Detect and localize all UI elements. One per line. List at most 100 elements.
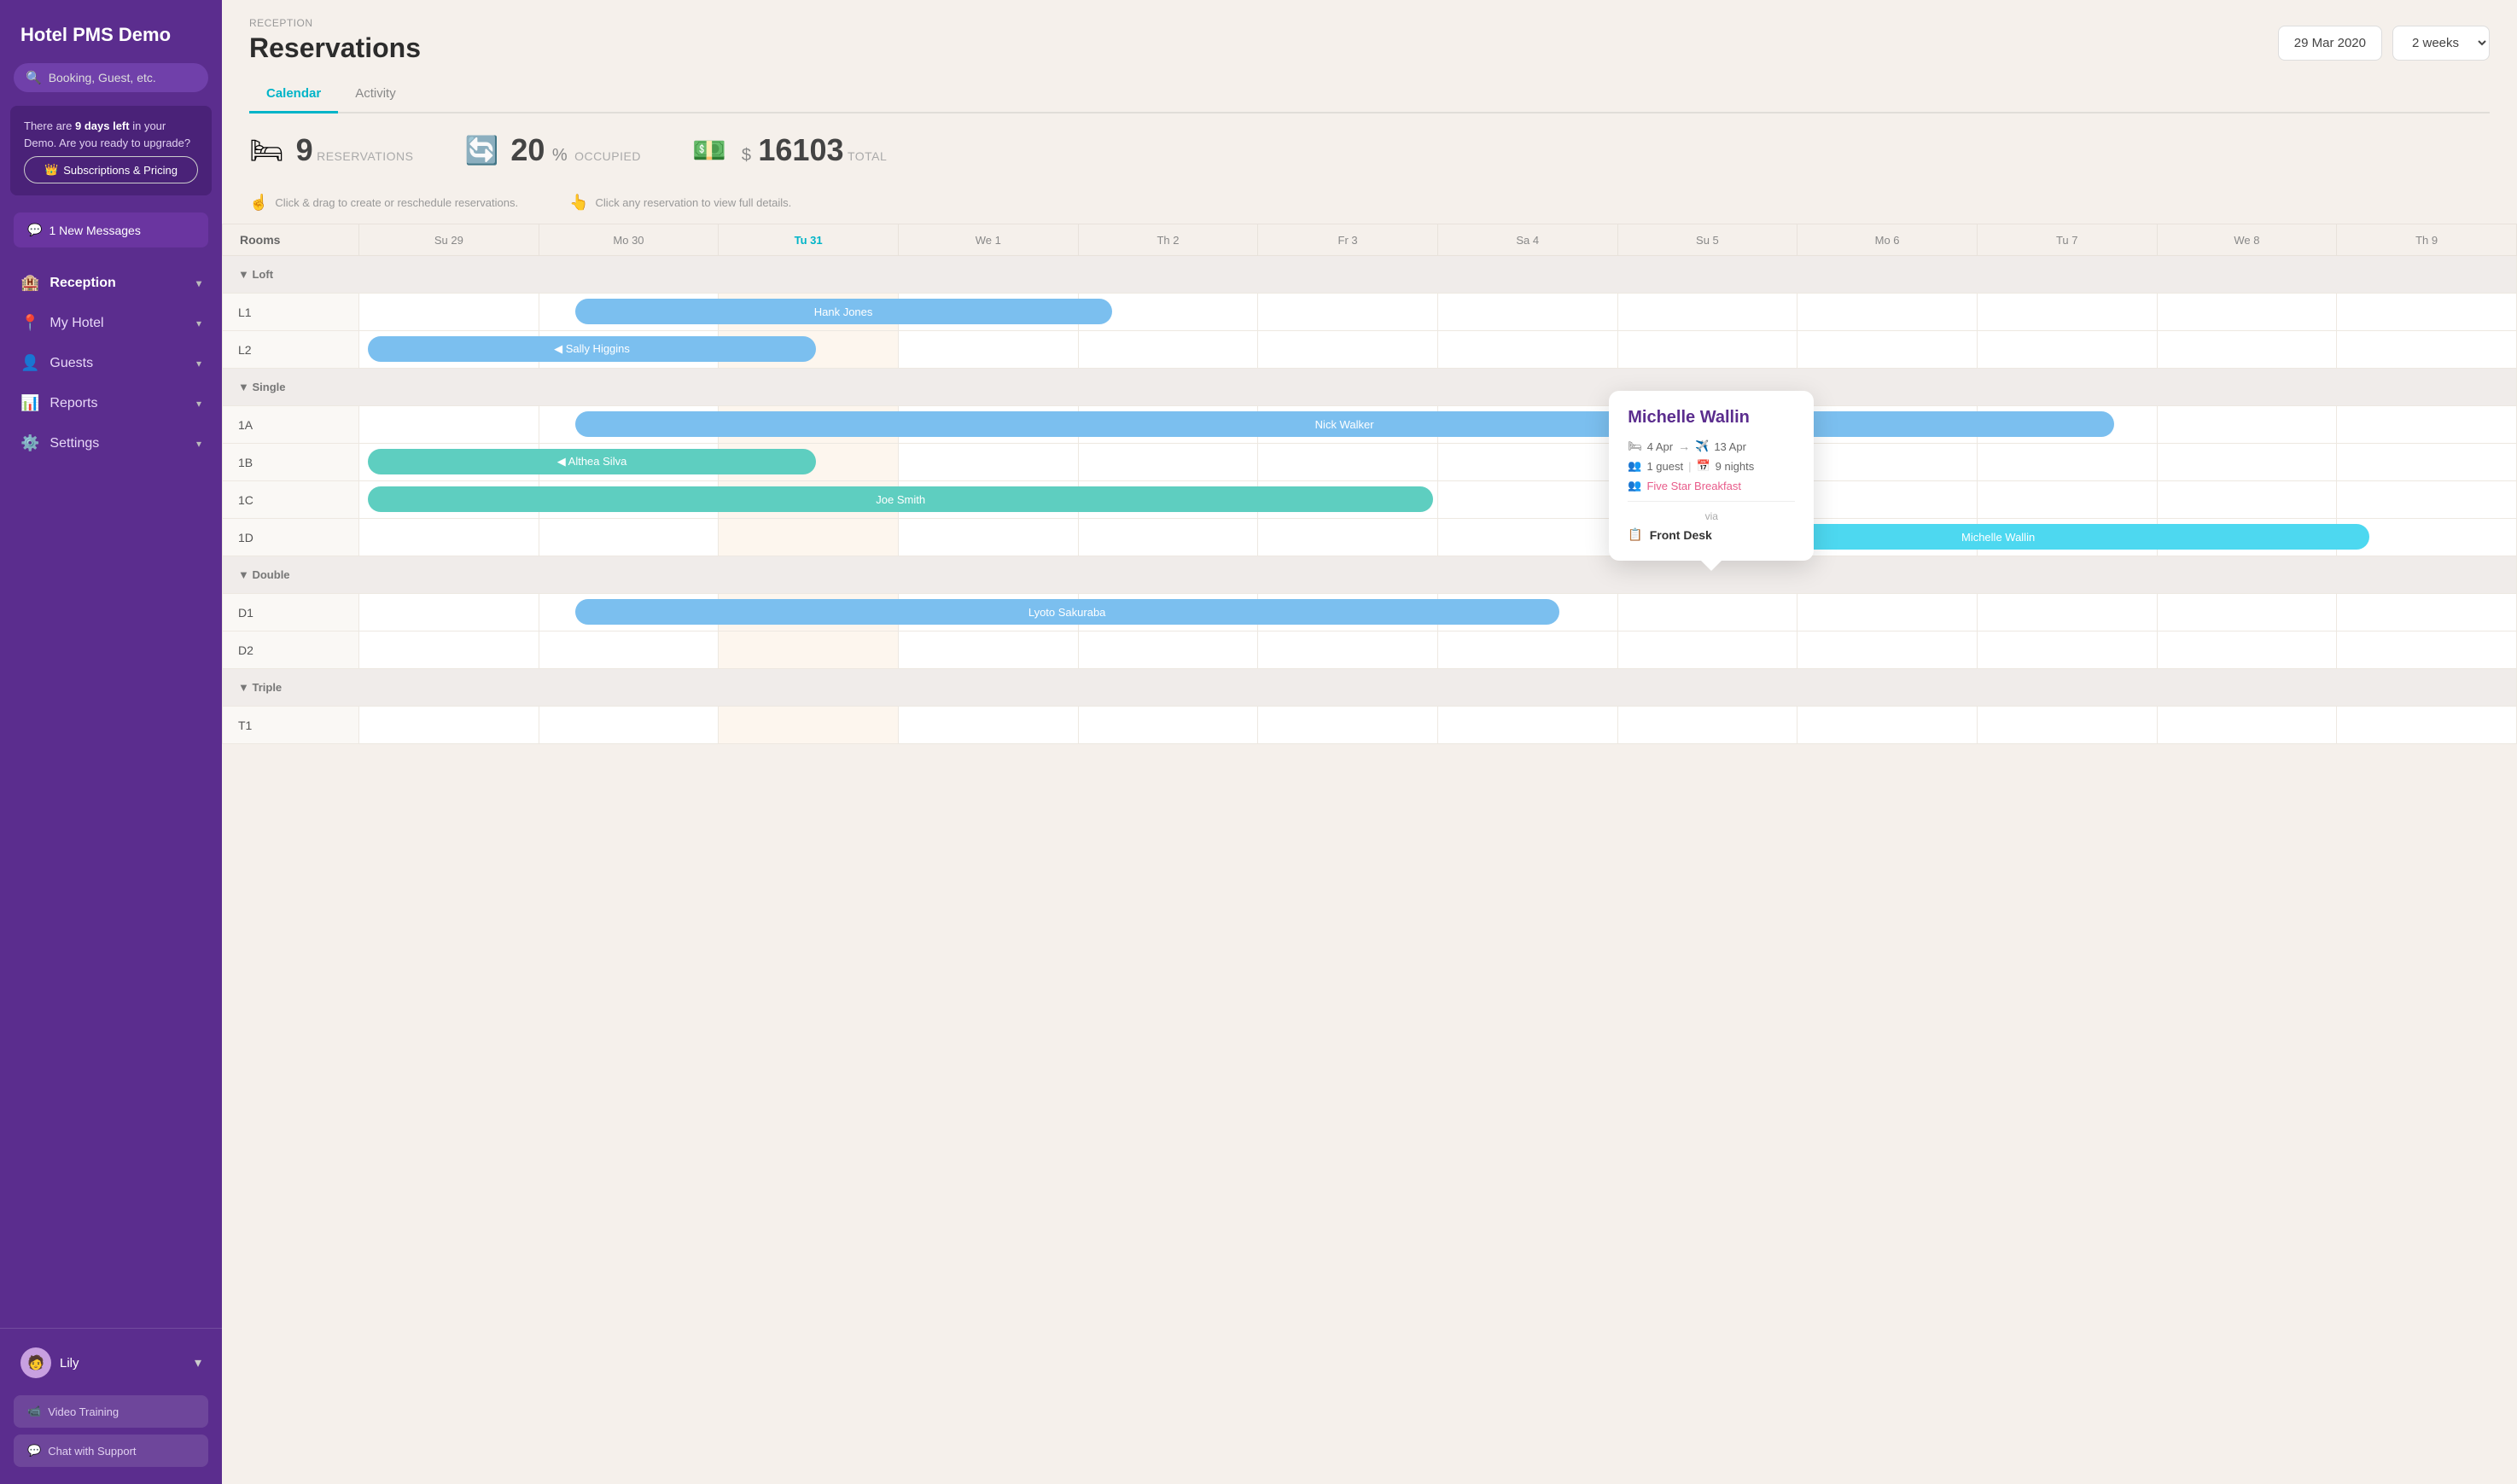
cell-t1-sa4[interactable] <box>1437 707 1617 744</box>
cell-d2-tu31[interactable] <box>719 631 899 669</box>
cell-1b-th9[interactable] <box>2337 444 2517 481</box>
cell-1c-tu7[interactable] <box>1977 481 2157 519</box>
cell-1d-su5[interactable]: Michelle Wallin 🛏 4 Apr → ✈️ 13 Apr 👥 1 … <box>1617 519 1797 556</box>
cell-1b-su29[interactable]: ◀ Althea Silva <box>359 444 539 481</box>
calendar-grid[interactable]: Rooms Su 29 Mo 30 Tu 31 We 1 Th 2 Fr 3 S… <box>222 224 2517 1484</box>
cell-1b-mo6[interactable] <box>1797 444 1978 481</box>
period-select[interactable]: 2 weeks 1 week 1 month <box>2392 26 2490 61</box>
cell-d1-tu7[interactable] <box>1977 594 2157 631</box>
cell-1d-th2[interactable] <box>1078 519 1258 556</box>
cell-l2-we8[interactable] <box>2157 331 2337 369</box>
cell-1d-tu31[interactable] <box>719 519 899 556</box>
cell-l2-tu7[interactable] <box>1977 331 2157 369</box>
reservation-joe-smith[interactable]: Joe Smith <box>368 486 1432 512</box>
cell-1a-th9[interactable] <box>2337 406 2517 444</box>
chat-support-button[interactable]: 💬 Chat with Support <box>14 1435 208 1467</box>
cell-l1-fr3[interactable] <box>1258 294 1438 331</box>
cell-d1-we8[interactable] <box>2157 594 2337 631</box>
cell-t1-su5[interactable] <box>1617 707 1797 744</box>
cell-l1-su5[interactable] <box>1617 294 1797 331</box>
cell-l2-su5[interactable] <box>1617 331 1797 369</box>
cell-1d-fr3[interactable] <box>1258 519 1438 556</box>
new-messages-button[interactable]: 💬 1 New Messages <box>14 212 208 247</box>
cell-l1-tu7[interactable] <box>1977 294 2157 331</box>
cell-t1-fr3[interactable] <box>1258 707 1438 744</box>
cell-1b-we8[interactable] <box>2157 444 2337 481</box>
cell-d2-mo6[interactable] <box>1797 631 1978 669</box>
cell-1c-th9[interactable] <box>2337 481 2517 519</box>
sidebar-item-my-hotel[interactable]: 📍 My Hotel ▾ <box>0 303 222 343</box>
reservation-nick-walker[interactable]: Nick Walker <box>575 411 2114 437</box>
cell-1c-su29[interactable]: Joe Smith <box>359 481 539 519</box>
cell-d2-we1[interactable] <box>898 631 1078 669</box>
sidebar-item-settings[interactable]: ⚙️ Settings ▾ <box>0 423 222 463</box>
cell-l2-sa4[interactable] <box>1437 331 1617 369</box>
cell-d1-su29[interactable] <box>359 594 539 631</box>
sidebar-item-guests[interactable]: 👤 Guests ▾ <box>0 343 222 383</box>
cell-d2-we8[interactable] <box>2157 631 2337 669</box>
reservation-sally-higgins[interactable]: ◀ Sally Higgins <box>368 336 815 362</box>
cell-l1-sa4[interactable] <box>1437 294 1617 331</box>
cell-d2-sa4[interactable] <box>1437 631 1617 669</box>
cell-t1-mo6[interactable] <box>1797 707 1978 744</box>
cell-1b-th2[interactable] <box>1078 444 1258 481</box>
cell-l1-th9[interactable] <box>2337 294 2517 331</box>
cell-d2-su5[interactable] <box>1617 631 1797 669</box>
cell-d2-th9[interactable] <box>2337 631 2517 669</box>
upgrade-button[interactable]: 👑 Subscriptions & Pricing <box>24 156 198 183</box>
reservation-hank-jones[interactable]: Hank Jones <box>575 299 1112 324</box>
cell-l2-fr3[interactable] <box>1258 331 1438 369</box>
cell-d2-fr3[interactable] <box>1258 631 1438 669</box>
tab-activity[interactable]: Activity <box>338 78 413 113</box>
cell-t1-th2[interactable] <box>1078 707 1258 744</box>
cell-1a-we8[interactable] <box>2157 406 2337 444</box>
search-box[interactable]: 🔍 Booking, Guest, etc. <box>14 63 208 92</box>
cell-l1-mo6[interactable] <box>1797 294 1978 331</box>
cell-l2-su29[interactable]: ◀ Sally Higgins <box>359 331 539 369</box>
date-picker-button[interactable]: 29 Mar 2020 <box>2278 26 2382 61</box>
cell-d2-th2[interactable] <box>1078 631 1258 669</box>
sidebar-item-reports[interactable]: 📊 Reports ▾ <box>0 383 222 423</box>
video-training-button[interactable]: 📹 Video Training <box>14 1395 208 1428</box>
cell-1c-we8[interactable] <box>2157 481 2337 519</box>
tab-calendar[interactable]: Calendar <box>249 78 338 113</box>
cell-l1-mo30[interactable]: Hank Jones <box>539 294 719 331</box>
cell-d2-tu7[interactable] <box>1977 631 2157 669</box>
cell-t1-tu7[interactable] <box>1977 707 2157 744</box>
cell-1b-tu7[interactable] <box>1977 444 2157 481</box>
cell-d1-mo6[interactable] <box>1797 594 1978 631</box>
cell-d1-su5[interactable] <box>1617 594 1797 631</box>
cell-t1-we8[interactable] <box>2157 707 2337 744</box>
cell-l2-th2[interactable] <box>1078 331 1258 369</box>
cell-t1-su29[interactable] <box>359 707 539 744</box>
cell-1b-sa4[interactable] <box>1437 444 1617 481</box>
cell-l1-we8[interactable] <box>2157 294 2337 331</box>
table-row: L1 Hank Jones <box>223 294 2517 331</box>
reservation-althea-silva[interactable]: ◀ Althea Silva <box>368 449 815 474</box>
cell-1d-sa4[interactable] <box>1437 519 1617 556</box>
cell-t1-tu31[interactable] <box>719 707 899 744</box>
cell-1b-fr3[interactable] <box>1258 444 1438 481</box>
cell-1d-su29[interactable] <box>359 519 539 556</box>
cell-1b-we1[interactable] <box>898 444 1078 481</box>
cell-1d-mo30[interactable] <box>539 519 719 556</box>
cell-1c-mo6[interactable] <box>1797 481 1978 519</box>
cell-l2-th9[interactable] <box>2337 331 2517 369</box>
cell-d1-th9[interactable] <box>2337 594 2517 631</box>
cell-d2-su29[interactable] <box>359 631 539 669</box>
cell-d1-mo30[interactable]: Lyoto Sakuraba <box>539 594 719 631</box>
cell-t1-we1[interactable] <box>898 707 1078 744</box>
user-profile-row[interactable]: 🧑 Lily ▾ <box>14 1339 208 1387</box>
cell-d2-mo30[interactable] <box>539 631 719 669</box>
reservation-lyoto-sakuraba[interactable]: Lyoto Sakuraba <box>575 599 1559 625</box>
cell-t1-th9[interactable] <box>2337 707 2517 744</box>
cell-l1-su29[interactable] <box>359 294 539 331</box>
cell-l2-we1[interactable] <box>898 331 1078 369</box>
cell-1d-we1[interactable] <box>898 519 1078 556</box>
cell-l2-mo6[interactable] <box>1797 331 1978 369</box>
cell-1c-sa4[interactable] <box>1437 481 1617 519</box>
sidebar-item-reception[interactable]: 🏨 Reception ▾ <box>0 263 222 303</box>
cell-1a-su29[interactable] <box>359 406 539 444</box>
cell-1a-mo30[interactable]: Nick Walker <box>539 406 719 444</box>
cell-t1-mo30[interactable] <box>539 707 719 744</box>
